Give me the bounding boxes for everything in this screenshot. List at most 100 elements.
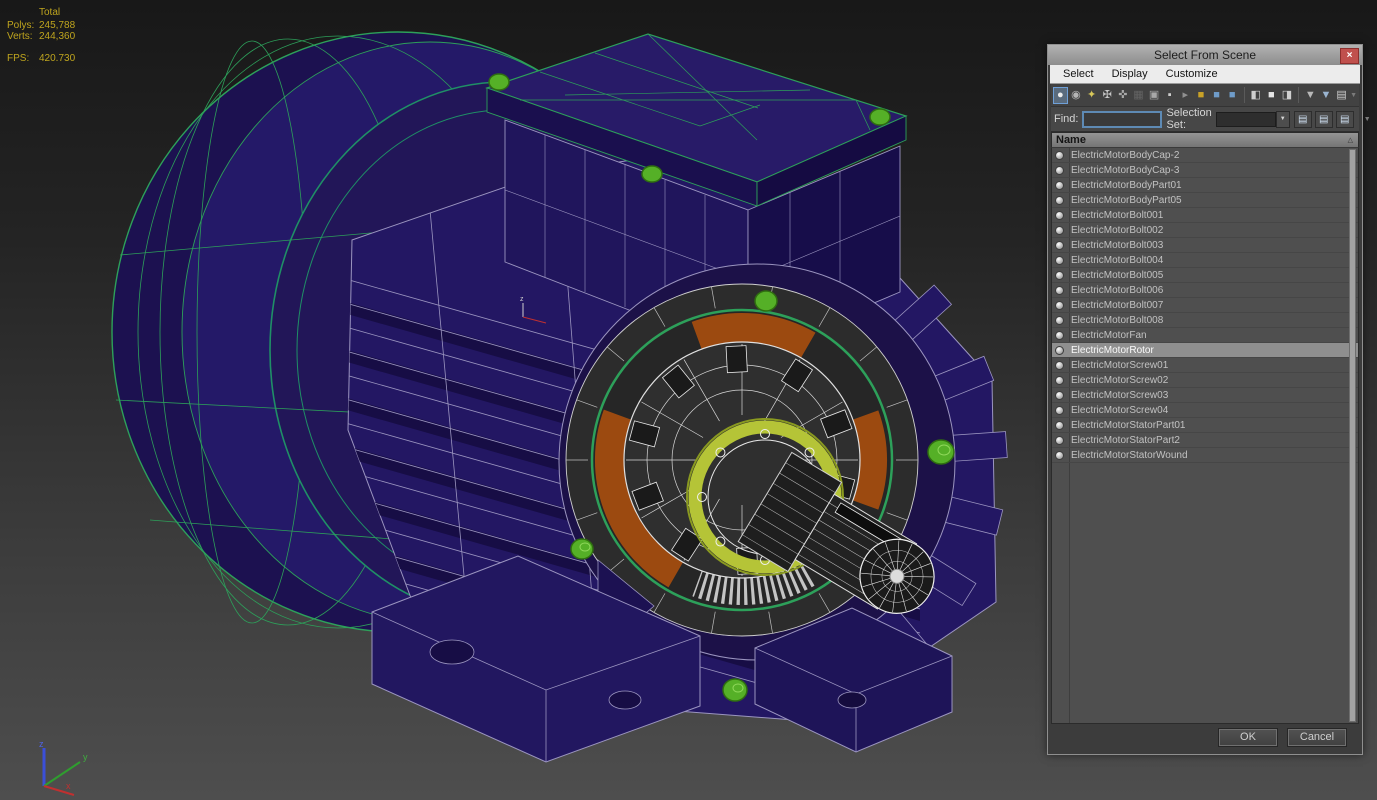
- dialog-title-bar[interactable]: Select From Scene ×: [1048, 45, 1362, 65]
- axis-z-label: z: [39, 739, 44, 749]
- geometry-object-icon: [1055, 315, 1064, 325]
- geometry-object-icon: [1055, 195, 1064, 205]
- selection-set-label: Selection Set:: [1166, 107, 1212, 131]
- axis-y-label: y: [83, 752, 88, 762]
- geometry-object-icon: [1055, 285, 1064, 295]
- menu-display[interactable]: Display: [1103, 66, 1157, 82]
- find-input[interactable]: [1082, 110, 1163, 128]
- dialog-title: Select From Scene: [1153, 48, 1257, 62]
- display-shapes-icon[interactable]: ◉: [1069, 87, 1084, 104]
- viewport-statistics: Total Polys: 245,788 Verts: 244,360 FPS:…: [7, 7, 75, 64]
- list-item[interactable]: ElectricMotorStatorWound: [1052, 448, 1358, 463]
- list-item[interactable]: ElectricMotorBolt001: [1052, 208, 1358, 223]
- list-item[interactable]: ElectricMotorBolt005: [1052, 268, 1358, 283]
- display-helpers-icon[interactable]: ✜: [1116, 87, 1131, 104]
- stats-col-header: Total: [39, 7, 61, 18]
- display-cameras-icon[interactable]: ✠: [1100, 87, 1115, 104]
- geometry-object-icon: [1055, 330, 1064, 340]
- display-bones-icon[interactable]: ▪: [1162, 87, 1177, 104]
- list-item[interactable]: ElectricMotorScrew02: [1052, 373, 1358, 388]
- geometry-object-icon: [1055, 390, 1064, 400]
- filter-set-icon[interactable]: ▼: [1319, 87, 1334, 104]
- display-containers-icon[interactable]: ■: [1194, 87, 1209, 104]
- select-from-scene-dialog: Select From Scene × Select Display Customi…: [1047, 44, 1371, 755]
- toolbar-separator: [1298, 87, 1300, 103]
- list-item[interactable]: ElectricMotorBodyPart05: [1052, 193, 1358, 208]
- display-lights-icon[interactable]: ✦: [1084, 87, 1099, 104]
- selection-set-value[interactable]: [1215, 111, 1276, 127]
- geometry-object-icon: [1055, 435, 1064, 445]
- list-item[interactable]: ElectricMotorBolt007: [1052, 298, 1358, 313]
- geometry-object-icon: [1055, 300, 1064, 310]
- list-scrollbar[interactable]: [1349, 149, 1356, 722]
- close-icon[interactable]: ×: [1340, 48, 1359, 64]
- geometry-object-icon: [1055, 240, 1064, 250]
- list-item[interactable]: ElectricMotorFan: [1052, 328, 1358, 343]
- geometry-object-icon: [1055, 405, 1064, 415]
- list-item[interactable]: ElectricMotorBolt002: [1052, 223, 1358, 238]
- geometry-object-icon: [1055, 225, 1064, 235]
- filter-icon[interactable]: ▼: [1303, 87, 1318, 104]
- display-geometry-icon[interactable]: ●: [1053, 86, 1068, 104]
- selection-set-combo[interactable]: ▼: [1215, 110, 1290, 128]
- list-item[interactable]: ElectricMotorStatorPart01: [1052, 418, 1358, 433]
- configure-columns-icon[interactable]: ▤: [1334, 87, 1349, 104]
- scene-object-list[interactable]: ElectricMotorBodyCap-2 ElectricMotorBody…: [1051, 148, 1359, 724]
- world-axis-gizmo: z y x: [39, 739, 88, 796]
- xref-file-icon[interactable]: ■: [1225, 87, 1240, 104]
- axis-x-label: x: [66, 781, 71, 791]
- toolbar-flyout-arrow-icon[interactable]: ▼: [1350, 92, 1357, 99]
- geometry-object-icon: [1055, 450, 1064, 460]
- list-item[interactable]: ElectricMotorScrew01: [1052, 358, 1358, 373]
- display-spacewarps-icon[interactable]: ▦: [1131, 87, 1146, 104]
- geometry-object-icon: [1055, 150, 1064, 160]
- subtract-from-set-icon[interactable]: ▤: [1335, 110, 1354, 128]
- svg-text:z: z: [520, 296, 524, 303]
- display-all-icon[interactable]: ■: [1264, 87, 1279, 104]
- sort-ascending-icon: △: [1347, 137, 1353, 144]
- geometry-object-icon: [1055, 420, 1064, 430]
- display-none-icon[interactable]: ◧: [1248, 87, 1263, 104]
- list-item[interactable]: ElectricMotorBolt003: [1052, 238, 1358, 253]
- list-item[interactable]: ElectricMotorScrew04: [1052, 403, 1358, 418]
- add-to-set-icon[interactable]: ▤: [1314, 110, 1333, 128]
- geometry-object-icon: [1055, 375, 1064, 385]
- toolbar-separator: [1243, 87, 1245, 103]
- cancel-button[interactable]: Cancel: [1287, 728, 1347, 747]
- geometry-object-icon: [1055, 165, 1064, 175]
- geometry-object-icon: [1055, 210, 1064, 220]
- list-item[interactable]: ElectricMotorBodyCap-3: [1052, 163, 1358, 178]
- display-invert-icon[interactable]: ◨: [1280, 87, 1295, 104]
- dialog-menubar: Select Display Customize: [1050, 65, 1360, 84]
- find-label: Find:: [1054, 113, 1079, 125]
- menu-select[interactable]: Select: [1054, 66, 1103, 82]
- display-frozen-icon[interactable]: ▸: [1178, 87, 1193, 104]
- list-item[interactable]: ElectricMotorRotor: [1052, 343, 1358, 358]
- list-item[interactable]: ElectricMotorScrew03: [1052, 388, 1358, 403]
- display-groups-icon[interactable]: ▣: [1147, 87, 1162, 104]
- flyout-arrow-icon[interactable]: ▼: [1364, 116, 1371, 123]
- new-selection-set-icon[interactable]: ▤: [1293, 110, 1312, 128]
- list-item[interactable]: ElectricMotorBodyPart01: [1052, 178, 1358, 193]
- geometry-object-icon: [1055, 255, 1064, 265]
- selection-set-buttons: ▤ ▤ ▤: [1293, 110, 1354, 128]
- dialog-toolbar: ● ◉ ✦ ✠ ✜ ▦ ▣ ▪ ▸ ■ ■ ■ ◧ ■ ◨ ▼ ▼ ▤ ▼: [1051, 84, 1359, 107]
- geometry-object-icon: [1055, 180, 1064, 190]
- merge-file-icon[interactable]: ■: [1209, 87, 1224, 104]
- stats-polys: Polys: 245,788: [7, 20, 76, 31]
- geometry-object-icon: [1055, 270, 1064, 280]
- stats-verts: Verts: 244,360: [7, 31, 76, 42]
- list-item[interactable]: ElectricMotorBolt006: [1052, 283, 1358, 298]
- dialog-button-row: OK Cancel: [1051, 724, 1359, 751]
- find-row: Find: Selection Set: ▼ ▤ ▤ ▤ ▼: [1051, 107, 1371, 132]
- list-column-header-name[interactable]: Name △: [1051, 132, 1359, 148]
- chevron-down-icon[interactable]: ▼: [1275, 110, 1290, 128]
- list-item[interactable]: ElectricMotorBolt008: [1052, 313, 1358, 328]
- geometry-object-icon: [1055, 345, 1064, 355]
- list-item[interactable]: ElectricMotorStatorPart2: [1052, 433, 1358, 448]
- list-item[interactable]: ElectricMotorBolt004: [1052, 253, 1358, 268]
- geometry-object-icon: [1055, 360, 1064, 370]
- menu-customize[interactable]: Customize: [1157, 66, 1227, 82]
- ok-button[interactable]: OK: [1218, 728, 1278, 747]
- list-item[interactable]: ElectricMotorBodyCap-2: [1052, 148, 1358, 163]
